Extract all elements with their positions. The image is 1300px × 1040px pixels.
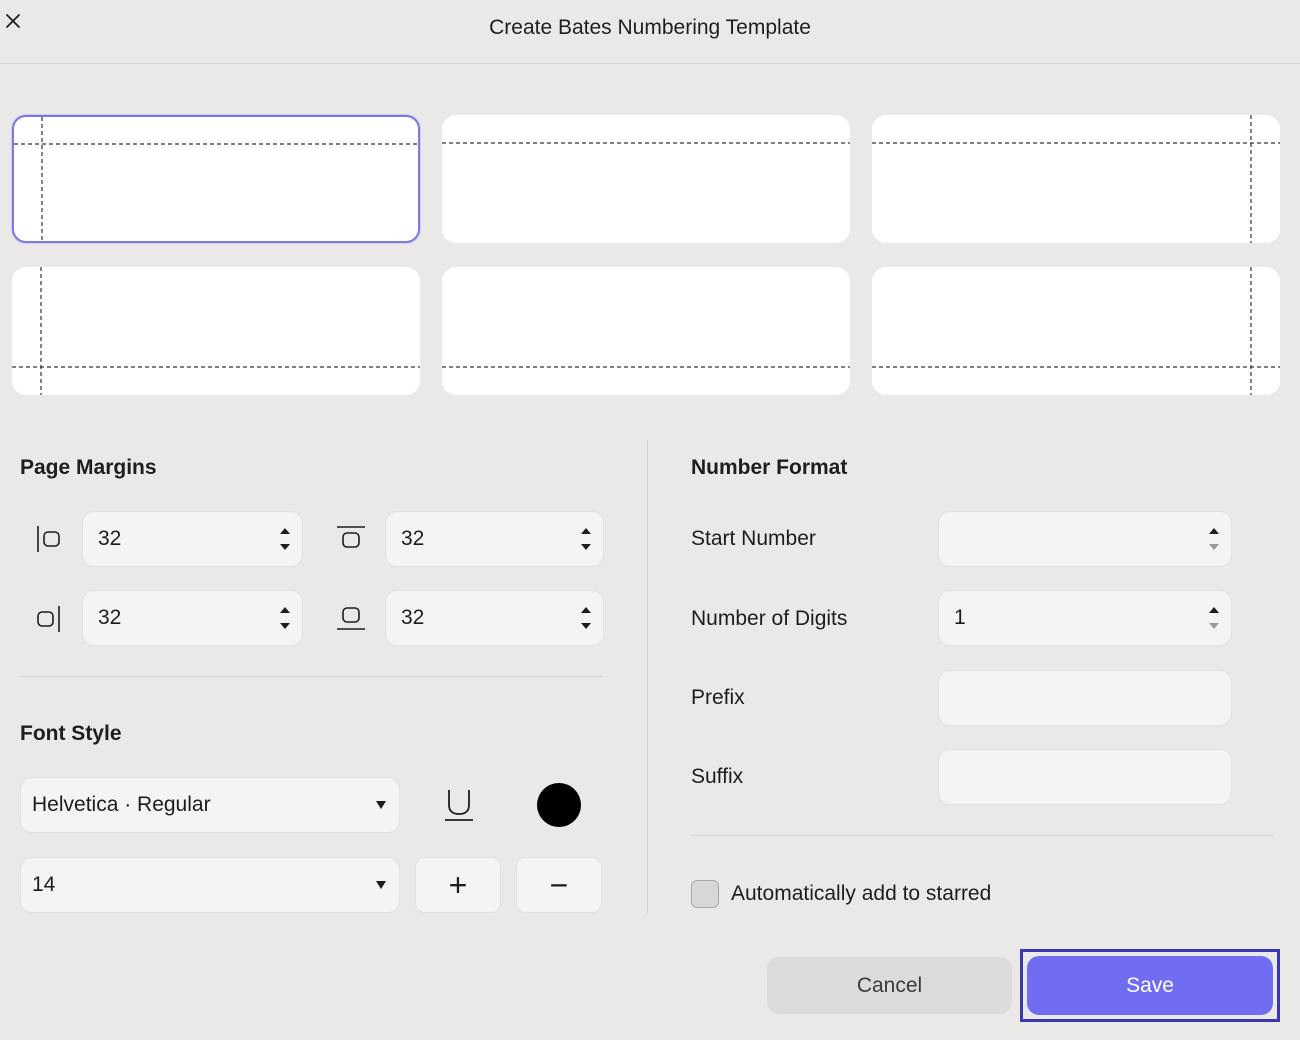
stepper-icon[interactable] [1207,603,1221,633]
cancel-button[interactable]: Cancel [767,957,1012,1014]
prefix-input[interactable] [938,670,1232,726]
top-left-guides [14,117,418,241]
dropdown-caret-icon [376,801,386,809]
number-of-digits-value: 1 [954,606,966,629]
minus-icon: − [549,867,569,903]
position-card-bottom-left[interactable] [12,267,420,395]
start-number-field[interactable] [938,511,1232,567]
left-margin-icon [37,526,60,552]
bottom-margin-value: 32 [401,606,425,629]
position-card-top-center[interactable] [442,115,850,243]
number-format-divider [691,835,1273,836]
stepper-icon[interactable] [579,524,593,554]
bottom-margin-field[interactable]: 32 [385,590,604,646]
left-margin-field[interactable]: 32 [82,511,303,567]
stepper-icon[interactable] [1207,524,1221,554]
page-margins-heading: Page Margins [20,456,157,479]
top-center-guides [442,142,850,144]
number-format-heading: Number Format [691,456,848,479]
header-divider [0,63,1300,64]
increase-font-size-button[interactable]: + [415,857,501,913]
font-color-swatch[interactable] [537,783,581,827]
dropdown-caret-icon [376,881,386,889]
bottom-right-guides [872,267,1280,395]
stepper-icon[interactable] [579,603,593,633]
position-card-top-left[interactable] [12,115,420,243]
left-margin-value: 32 [98,527,122,550]
position-card-bottom-center[interactable] [442,267,850,395]
top-margin-field[interactable]: 32 [385,511,604,567]
font-family-value: Helvetica · Regular [32,793,211,816]
underline-icon[interactable] [440,786,478,824]
starred-checkbox[interactable] [691,880,719,908]
column-divider [647,440,648,913]
prefix-label: Prefix [691,686,745,709]
font-size-value: 14 [32,873,56,896]
right-margin-field[interactable]: 32 [82,590,303,646]
decrease-font-size-button[interactable]: − [516,857,602,913]
position-card-top-right[interactable] [872,115,1280,243]
position-card-bottom-right[interactable] [872,267,1280,395]
suffix-input[interactable] [938,749,1232,805]
save-button[interactable]: Save [1027,956,1273,1015]
dialog-title: Create Bates Numbering Template [489,16,811,39]
top-margin-icon [337,526,365,548]
top-margin-value: 32 [401,527,425,550]
bottom-margin-icon [337,607,365,630]
font-style-heading: Font Style [20,722,122,745]
bottom-center-guides [442,366,850,368]
top-right-guides [872,115,1280,243]
font-family-select[interactable]: Helvetica · Regular [20,777,400,833]
right-margin-icon [37,606,60,632]
start-number-label: Start Number [691,527,816,550]
font-size-select[interactable]: 14 [20,857,400,913]
number-of-digits-field[interactable]: 1 [938,590,1232,646]
margins-divider [20,676,603,677]
stepper-icon[interactable] [278,524,292,554]
number-of-digits-label: Number of Digits [691,607,848,630]
bottom-left-guides [12,267,420,395]
starred-label: Automatically add to starred [731,882,992,905]
plus-icon: + [448,867,468,903]
right-margin-value: 32 [98,606,122,629]
stepper-icon[interactable] [278,603,292,633]
suffix-label: Suffix [691,765,744,788]
